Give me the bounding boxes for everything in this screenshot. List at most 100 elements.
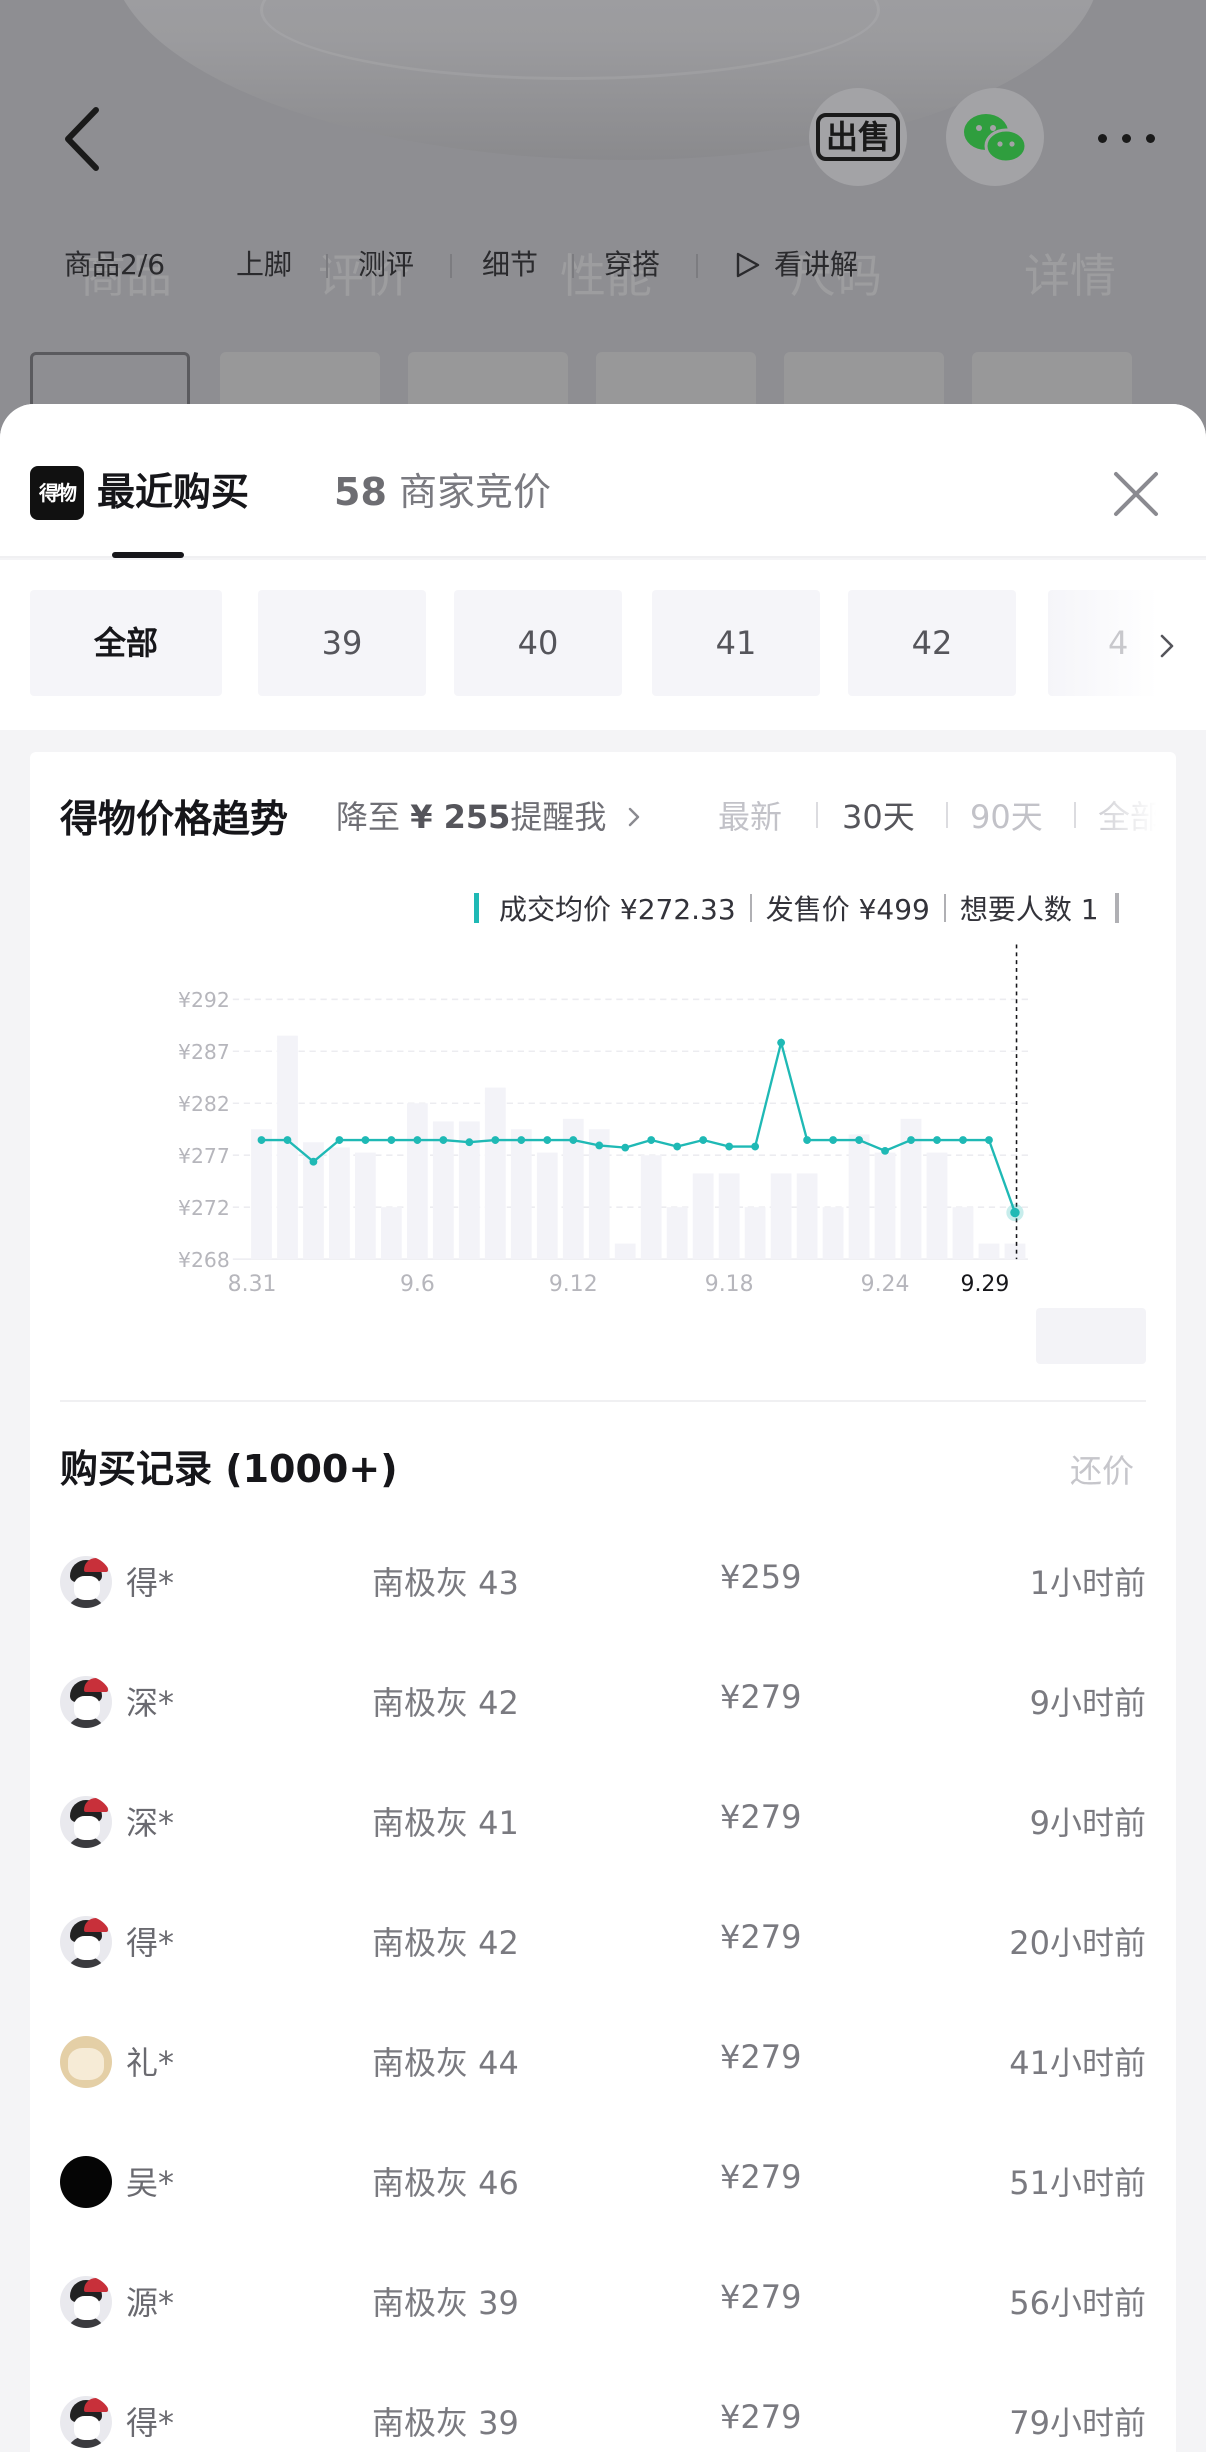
purchase-record-row[interactable]: 吴* 南极灰 46 ¥279 51小时前 [30, 2122, 1176, 2242]
price-point[interactable] [517, 1136, 526, 1144]
price-point[interactable] [413, 1136, 422, 1144]
size-chip-all[interactable]: 全部 [30, 590, 222, 696]
price-point[interactable] [335, 1136, 344, 1144]
price-point[interactable] [751, 1142, 760, 1151]
volume-bar [406, 1103, 428, 1260]
volume-bar [978, 1243, 1000, 1260]
price-point[interactable] [777, 1038, 786, 1047]
wechat-share-button[interactable] [946, 88, 1044, 186]
volume-bar [1004, 1243, 1026, 1260]
range-tab-latest[interactable]: 最新 [718, 792, 782, 838]
volume-bar [484, 1087, 506, 1260]
avatar-shape [74, 1936, 100, 1960]
price-point[interactable] [673, 1142, 682, 1151]
price-point[interactable] [1010, 1207, 1020, 1218]
remind-suffix: 提醒我 [510, 798, 607, 836]
avatar-shape [84, 1798, 108, 1812]
buyer-name: 源* [126, 2284, 175, 2322]
volume-bar [536, 1152, 558, 1260]
user-avatar [60, 2276, 112, 2328]
price-point[interactable] [283, 1136, 292, 1144]
price-point[interactable] [465, 1138, 474, 1147]
price-point[interactable] [621, 1143, 630, 1152]
tab-outfit[interactable]: 穿搭 [604, 240, 660, 290]
avatar-shape [84, 2398, 108, 2412]
purchase-price: ¥279 [720, 2398, 802, 2436]
range-tab-30d[interactable]: 30天 [842, 792, 915, 838]
buyer-name: 深* [126, 1684, 175, 1722]
tab-explainer[interactable]: 看讲解 [774, 240, 858, 290]
size-chip-39[interactable]: 39 [258, 590, 426, 696]
purchase-spec: 南极灰 42 [372, 1924, 519, 1962]
price-trend-chart[interactable]: ¥292 ¥287 ¥282 ¥277 ¥272 ¥2688.31 9.6 9.12 9.18 9… [30, 932, 1176, 1292]
volume-bar [926, 1152, 948, 1260]
price-point[interactable] [439, 1136, 448, 1144]
tab-on-feet[interactable]: 上脚 [236, 240, 292, 290]
tab-merchant-bids[interactable]: 58 商家竞价 [334, 462, 551, 522]
price-point[interactable] [361, 1136, 370, 1144]
purchase-record-row[interactable]: 得* 南极灰 39 ¥279 79小时前 [30, 2362, 1176, 2452]
y-tick-label: ¥287 [178, 1040, 230, 1064]
price-point[interactable] [803, 1136, 812, 1144]
purchase-spec: 南极灰 42 [372, 1684, 519, 1722]
price-point[interactable] [855, 1136, 863, 1144]
price-point[interactable] [829, 1136, 837, 1144]
avatar-shape [84, 1558, 108, 1572]
x-tick-label: 9.24 [861, 1272, 910, 1292]
avatar-shape [68, 2048, 104, 2080]
size-chip-42[interactable]: 42 [848, 590, 1016, 696]
purchase-record-row[interactable]: 深* 南极灰 42 ¥279 9小时前 [30, 1642, 1176, 1762]
purchase-price: ¥279 [720, 2278, 802, 2316]
price-point[interactable] [933, 1136, 941, 1144]
price-point[interactable] [985, 1136, 993, 1144]
more-menu-button[interactable] [1092, 118, 1162, 158]
price-point[interactable] [725, 1142, 734, 1151]
volume-bar [744, 1207, 766, 1260]
price-point[interactable] [387, 1136, 396, 1144]
purchase-record-row[interactable]: 深* 南极灰 41 ¥279 9小时前 [30, 1762, 1176, 1882]
price-point[interactable] [569, 1136, 578, 1144]
purchase-record-row[interactable]: 得* 南极灰 43 ¥259 1小时前 [30, 1522, 1176, 1642]
price-point[interactable] [543, 1136, 552, 1144]
price-point[interactable] [309, 1157, 318, 1166]
size-chip-40[interactable]: 40 [454, 590, 622, 696]
purchase-records-title: 购买记录 (1000+) [60, 1447, 398, 1491]
sell-button[interactable]: 出售 [809, 88, 907, 186]
price-drop-remind-link[interactable]: 降至 ¥ 255提醒我 [336, 792, 645, 838]
user-avatar [60, 2156, 112, 2208]
purchase-time: 9小时前 [1029, 1684, 1146, 1722]
purchase-record-row[interactable]: 礼* 南极灰 44 ¥279 41小时前 [30, 2002, 1176, 2122]
purchase-price: ¥279 [720, 2038, 802, 2076]
price-point[interactable] [647, 1136, 656, 1144]
price-point[interactable] [907, 1136, 915, 1144]
price-point[interactable] [257, 1136, 266, 1144]
tab-recent-purchases[interactable]: 最近购买 [97, 462, 249, 522]
x-tick-label: 8.31 [228, 1272, 277, 1292]
price-point[interactable] [491, 1136, 500, 1144]
size-chip-more[interactable]: 4 [1048, 590, 1158, 696]
purchase-price: ¥279 [720, 1798, 802, 1836]
counter-offer-button[interactable]: 还价 [1070, 1446, 1134, 1492]
tab-review[interactable]: 测评 [358, 240, 414, 290]
tab-product[interactable]: 商品2/6 [64, 240, 165, 290]
size-filter-bar: 全部 39 40 41 42 4 [0, 560, 1206, 730]
price-point[interactable] [699, 1136, 708, 1144]
volume-bar [770, 1173, 792, 1260]
range-tab-90d[interactable]: 90天 [970, 792, 1043, 838]
purchase-record-row[interactable]: 源* 南极灰 39 ¥279 56小时前 [30, 2242, 1176, 2362]
tab-play-icon [732, 240, 762, 290]
volume-bar [952, 1207, 974, 1260]
tab-details[interactable]: 细节 [482, 240, 538, 290]
price-point[interactable] [881, 1146, 889, 1155]
price-point[interactable] [595, 1141, 604, 1150]
back-button[interactable] [58, 104, 110, 174]
price-point[interactable] [959, 1136, 967, 1144]
purchase-spec: 南极灰 39 [372, 2404, 519, 2442]
purchase-spec: 南极灰 39 [372, 2284, 519, 2322]
tab-separator [450, 254, 452, 278]
close-button[interactable] [1106, 464, 1166, 524]
chevron-right-icon[interactable] [1152, 628, 1182, 664]
tooltip-avg-price: 成交均价 ¥272.33 [499, 893, 736, 926]
purchase-record-row[interactable]: 得* 南极灰 42 ¥279 20小时前 [30, 1882, 1176, 2002]
size-chip-41[interactable]: 41 [652, 590, 820, 696]
